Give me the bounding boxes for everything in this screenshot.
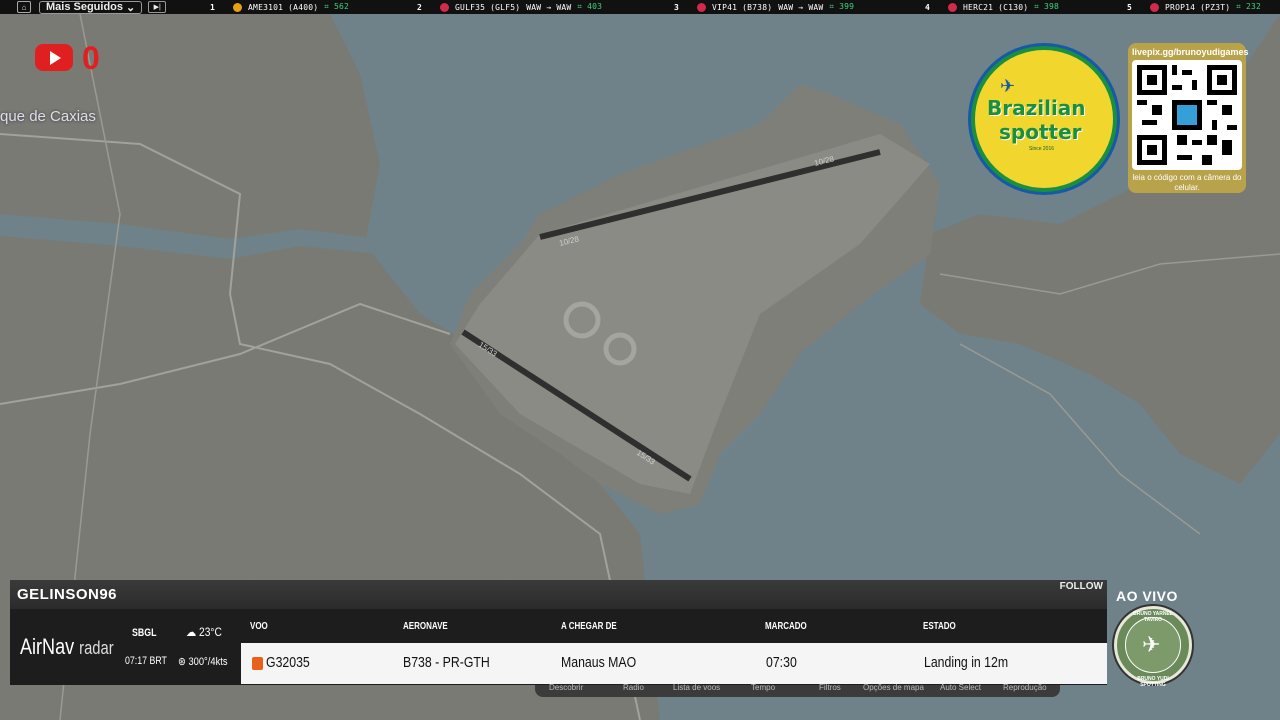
ticker-route: WAW → WAW: [778, 2, 824, 12]
map-place-label: que de Caxias: [0, 108, 96, 125]
wind-icon: ⊛: [178, 656, 186, 668]
cell-status: Landing in 12m: [924, 654, 1009, 671]
airline-icon: [252, 657, 263, 670]
control-filters[interactable]: Filtros: [819, 683, 841, 692]
emblem-inner: BRUNO YARNEL TAVIRO ✈ BRUNO YUDI SPOTTIN…: [1125, 611, 1181, 688]
cell-from: Manaus MAO: [561, 654, 637, 671]
flag-icon: [697, 2, 707, 12]
ticker-count: ⌗ 398: [1034, 2, 1060, 11]
control-playback[interactable]: Reprodução: [1003, 683, 1047, 692]
cell-scheduled: 07:30: [766, 654, 797, 671]
ticker-count: ⌗ 562: [324, 2, 350, 11]
ticker-item[interactable]: 1 AME3101 (A400) ⌗ 562: [210, 0, 349, 14]
header-status: ESTADO: [923, 621, 956, 632]
header-from: A CHEGAR DE: [561, 621, 617, 632]
control-auto-select[interactable]: Auto Select: [940, 683, 981, 692]
logo-line1: Brazilian: [987, 96, 1086, 120]
ticker-rank: 1: [210, 2, 216, 12]
skip-icon[interactable]: ▶|: [148, 1, 167, 13]
ticker-callsign: HERC21 (C130): [963, 2, 1029, 12]
ticker-dropdown[interactable]: Mais Seguidos ⌄: [39, 0, 143, 14]
brazilian-spotter-logo: ✈ Brazilian spotter Since 2016: [971, 46, 1117, 192]
qr-code-icon: [1132, 60, 1242, 170]
ticker-rank: 3: [674, 2, 680, 12]
cloud-icon: ☁: [186, 625, 197, 639]
qr-caption: leia o código com a câmera do celular.: [1132, 173, 1242, 192]
ticker-item[interactable]: 3 VIP41 (B738) WAW → WAW ⌗ 399: [674, 0, 854, 14]
brand-main: AirNav: [20, 634, 75, 659]
flag-icon: [948, 2, 958, 12]
home-icon[interactable]: ⌂: [17, 1, 31, 13]
qr-url: livepix.gg/brunoyudigames: [1132, 47, 1249, 57]
ticker-rank: 4: [925, 2, 931, 12]
ticker-item[interactable]: 5 PROP14 (PZ3T) ⌗ 232: [1127, 0, 1261, 14]
follow-button[interactable]: FOLLOW: [1060, 581, 1103, 592]
ticker-item[interactable]: 2 GULF35 (GLF5) WAW → WAW ⌗ 403: [417, 0, 602, 14]
plane-icon: ✈: [1142, 632, 1161, 657]
chevron-down-icon: ⌄: [126, 1, 136, 14]
airnav-logo: AirNav radar: [20, 634, 114, 660]
control-weather[interactable]: Tempo: [751, 683, 775, 692]
local-time: 07:17 BRT: [125, 655, 167, 667]
control-radio[interactable]: Radio: [623, 683, 644, 692]
logo-since: Since 2016: [1029, 146, 1055, 152]
ticker-route: WAW → WAW: [526, 2, 572, 12]
map-controls-bar: Descobrir Radio Lista de voos Tempo Filt…: [535, 683, 1060, 697]
airport-icao: SBGL: [132, 627, 157, 639]
youtube-icon: [35, 44, 73, 71]
ticker-count: ⌗ 399: [829, 2, 855, 11]
flight-info-panel: GELINSON96 FOLLOW AirNav radar SBGL 07:1…: [10, 580, 1107, 685]
stream-screen: 10/28 10/28 15/33 15/33 que de Caxias ⌂ …: [0, 0, 1280, 720]
brand-sub: radar: [79, 638, 114, 658]
panel-body: AirNav radar SBGL 07:17 BRT ☁ 23°C ⊛ 300…: [10, 609, 1107, 685]
ticker-callsign: GULF35 (GLF5): [455, 2, 521, 12]
emblem-bottom-text: BRUNO YUDI SPOTTING: [1137, 676, 1169, 688]
ticker-rank: 2: [417, 2, 423, 12]
cell-aircraft: B738 - PR-GTH: [403, 654, 490, 671]
ticker-rank: 5: [1127, 2, 1133, 12]
ticker-item[interactable]: 4 HERC21 (C130) ⌗ 398: [925, 0, 1059, 14]
username-label: GELINSON96: [17, 586, 118, 603]
header-aircraft: AERONAVE: [403, 621, 448, 632]
plane-icon: ✈: [1000, 76, 1016, 96]
flag-icon: [440, 2, 450, 12]
temperature: ☁ 23°C: [186, 625, 222, 639]
control-flight-list[interactable]: Lista de voos: [673, 683, 720, 692]
cell-flight: G32035: [266, 654, 310, 671]
flight-row[interactable]: G32035 B738 - PR-GTH Manaus MAO 07:30 La…: [241, 643, 1107, 684]
control-map-options[interactable]: Opções de mapa: [863, 683, 924, 692]
live-label: AO VIVO: [1116, 588, 1178, 604]
flag-icon: [1150, 2, 1160, 12]
ticker-dropdown-label: Mais Seguidos: [46, 1, 124, 13]
ticker-callsign: AME3101 (A400): [248, 2, 319, 12]
header-flight: VOO: [250, 621, 268, 632]
channel-emblem: BRUNO YARNEL TAVIRO ✈ BRUNO YUDI SPOTTIN…: [1114, 606, 1192, 688]
ticker-callsign: PROP14 (PZ3T): [1165, 2, 1231, 12]
youtube-counter: 0: [82, 40, 100, 76]
logo-line2: spotter: [999, 120, 1082, 144]
flag-icon: [233, 2, 243, 12]
qr-card: livepix.gg/brunoyudigames leia o código …: [1128, 43, 1249, 193]
panel-header: GELINSON96 FOLLOW: [10, 580, 1107, 609]
top-ticker: ⌂ Mais Seguidos ⌄ ▶| 1 AME3101 (A400) ⌗ …: [0, 0, 1280, 14]
ticker-count: ⌗ 232: [1236, 2, 1262, 11]
ticker-count: ⌗ 403: [577, 2, 603, 11]
ticker-callsign: VIP41 (B738): [712, 2, 773, 12]
wind: ⊛ 300°/4kts: [178, 656, 228, 668]
header-scheduled: MARCADO: [765, 621, 807, 632]
emblem-top-text: BRUNO YARNEL TAVIRO: [1133, 611, 1173, 623]
control-discover[interactable]: Descobrir: [549, 683, 583, 692]
